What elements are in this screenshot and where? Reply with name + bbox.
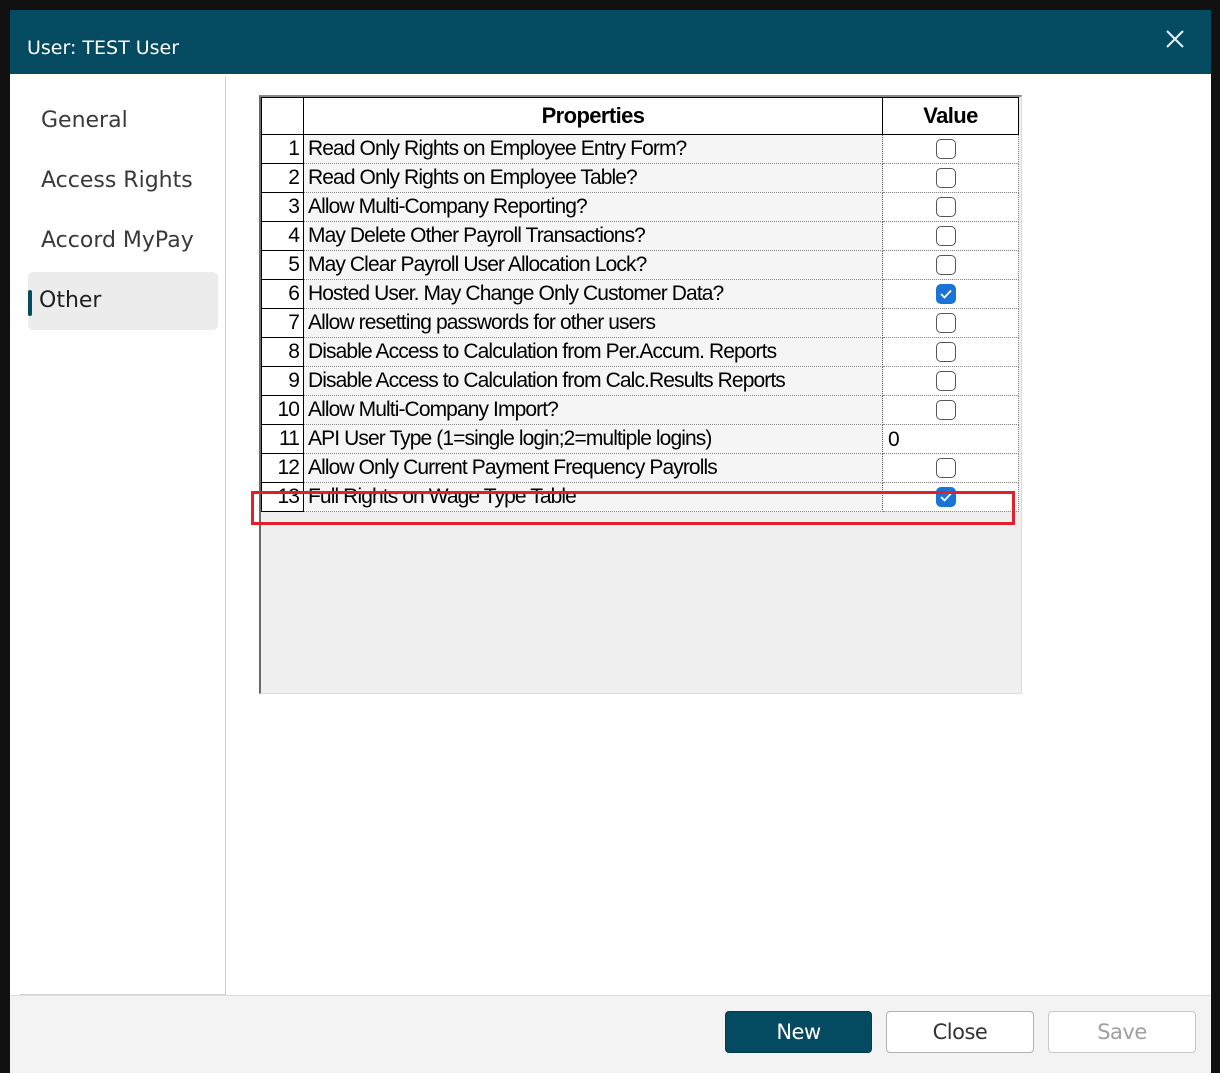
row-number: 5 xyxy=(261,250,304,280)
property-cell: Disable Access to Calculation from Per.A… xyxy=(303,337,883,367)
window-frame: User: TEST User General Access Rights Ac… xyxy=(0,0,1220,1073)
property-cell: Hosted User. May Change Only Customer Da… xyxy=(303,279,883,309)
row-number: 10 xyxy=(261,395,304,425)
property-cell: Allow Multi-Company Import? xyxy=(303,395,883,425)
sidebar-item-label: Accord MyPay xyxy=(41,228,194,253)
save-button[interactable]: Save xyxy=(1048,1011,1196,1053)
row-number-header xyxy=(261,97,304,135)
value-cell[interactable] xyxy=(882,192,1019,222)
value-text: 0 xyxy=(888,428,900,451)
value-cell[interactable] xyxy=(882,395,1019,425)
property-cell: Allow resetting passwords for other user… xyxy=(303,308,883,338)
row-number: 8 xyxy=(261,337,304,367)
table-row[interactable]: 5 May Clear Payroll User Allocation Lock? xyxy=(261,250,1019,280)
table-row[interactable]: 9 Disable Access to Calculation from Calc… xyxy=(261,366,1019,396)
checkbox[interactable] xyxy=(936,255,956,275)
value-cell[interactable] xyxy=(882,134,1019,164)
value-cell[interactable] xyxy=(882,279,1019,309)
property-cell: API User Type (1=single login;2=multiple… xyxy=(303,424,883,454)
sidebar-item-other[interactable]: Other xyxy=(28,272,218,330)
window-title: User: TEST User xyxy=(27,37,180,59)
sidebar-item-label: Other xyxy=(39,288,102,313)
checkbox[interactable] xyxy=(936,226,956,246)
checkbox[interactable] xyxy=(936,400,956,420)
highlight-box xyxy=(251,491,1015,525)
property-cell: Read Only Rights on Employee Table? xyxy=(303,163,883,193)
row-number: 3 xyxy=(261,192,304,222)
row-number: 6 xyxy=(261,279,304,309)
property-cell: Disable Access to Calculation from Calc.… xyxy=(303,366,883,396)
close-window-button[interactable] xyxy=(1160,24,1190,54)
value-cell[interactable] xyxy=(882,163,1019,193)
checkbox[interactable] xyxy=(936,197,956,217)
property-cell: Read Only Rights on Employee Entry Form? xyxy=(303,134,883,164)
table-row[interactable]: 7 Allow resetting passwords for other use… xyxy=(261,308,1019,338)
table-header-row: Properties Value xyxy=(261,97,1019,135)
checkbox[interactable] xyxy=(936,342,956,362)
property-cell: Allow Only Current Payment Frequency Pay… xyxy=(303,453,883,483)
property-cell: May Clear Payroll User Allocation Lock? xyxy=(303,250,883,280)
title-bar: User: TEST User xyxy=(10,10,1211,74)
table-row[interactable]: 11 API User Type (1=single login;2=multip… xyxy=(261,424,1019,454)
row-number: 2 xyxy=(261,163,304,193)
dialog-footer: New Close Save xyxy=(10,995,1211,1073)
table-body: 1 Read Only Rights on Employee Entry Form… xyxy=(261,134,1019,512)
close-button[interactable]: Close xyxy=(886,1011,1034,1053)
new-button[interactable]: New xyxy=(725,1011,872,1053)
close-icon xyxy=(1160,24,1190,54)
checkbox[interactable] xyxy=(936,371,956,391)
checkbox[interactable] xyxy=(936,458,956,478)
table-row[interactable]: 3 Allow Multi-Company Reporting? xyxy=(261,192,1019,222)
value-cell[interactable] xyxy=(882,453,1019,483)
table-row[interactable]: 12 Allow Only Current Payment Frequency P… xyxy=(261,453,1019,483)
value-cell[interactable] xyxy=(882,366,1019,396)
active-indicator xyxy=(28,290,32,316)
checkbox[interactable] xyxy=(936,139,956,159)
property-cell: Allow Multi-Company Reporting? xyxy=(303,192,883,222)
table-row[interactable]: 8 Disable Access to Calculation from Per.… xyxy=(261,337,1019,367)
checkmark-icon xyxy=(940,289,952,299)
properties-table: Properties Value 1 Read Only Rights on Em… xyxy=(261,97,1019,512)
value-cell[interactable] xyxy=(882,308,1019,338)
table-row[interactable]: 4 May Delete Other Payroll Transactions? xyxy=(261,221,1019,251)
user-dialog: User: TEST User General Access Rights Ac… xyxy=(10,10,1211,1073)
sidebar-item-label: Access Rights xyxy=(41,168,193,193)
sidebar: General Access Rights Accord MyPay Other xyxy=(20,76,226,995)
value-cell[interactable] xyxy=(882,337,1019,367)
row-number: 12 xyxy=(261,453,304,483)
table-row[interactable]: 10 Allow Multi-Company Import? xyxy=(261,395,1019,425)
table-row[interactable]: 1 Read Only Rights on Employee Entry Form… xyxy=(261,134,1019,164)
row-number: 4 xyxy=(261,221,304,251)
sidebar-item-label: General xyxy=(41,108,128,133)
value-header[interactable]: Value xyxy=(882,97,1019,135)
checkbox[interactable] xyxy=(936,168,956,188)
table-row[interactable]: 2 Read Only Rights on Employee Table? xyxy=(261,163,1019,193)
properties-grid[interactable]: Properties Value 1 Read Only Rights on Em… xyxy=(259,95,1022,694)
row-number: 7 xyxy=(261,308,304,338)
row-number: 1 xyxy=(261,134,304,164)
property-cell: May Delete Other Payroll Transactions? xyxy=(303,221,883,251)
value-cell[interactable] xyxy=(882,221,1019,251)
row-number: 11 xyxy=(261,424,304,454)
table-row[interactable]: 6 Hosted User. May Change Only Customer D… xyxy=(261,279,1019,309)
row-number: 9 xyxy=(261,366,304,396)
checkbox[interactable] xyxy=(936,313,956,333)
value-cell[interactable] xyxy=(882,250,1019,280)
properties-header[interactable]: Properties xyxy=(303,97,883,135)
value-cell[interactable]: 0 xyxy=(882,424,1019,454)
checkbox-checked[interactable] xyxy=(936,284,956,304)
